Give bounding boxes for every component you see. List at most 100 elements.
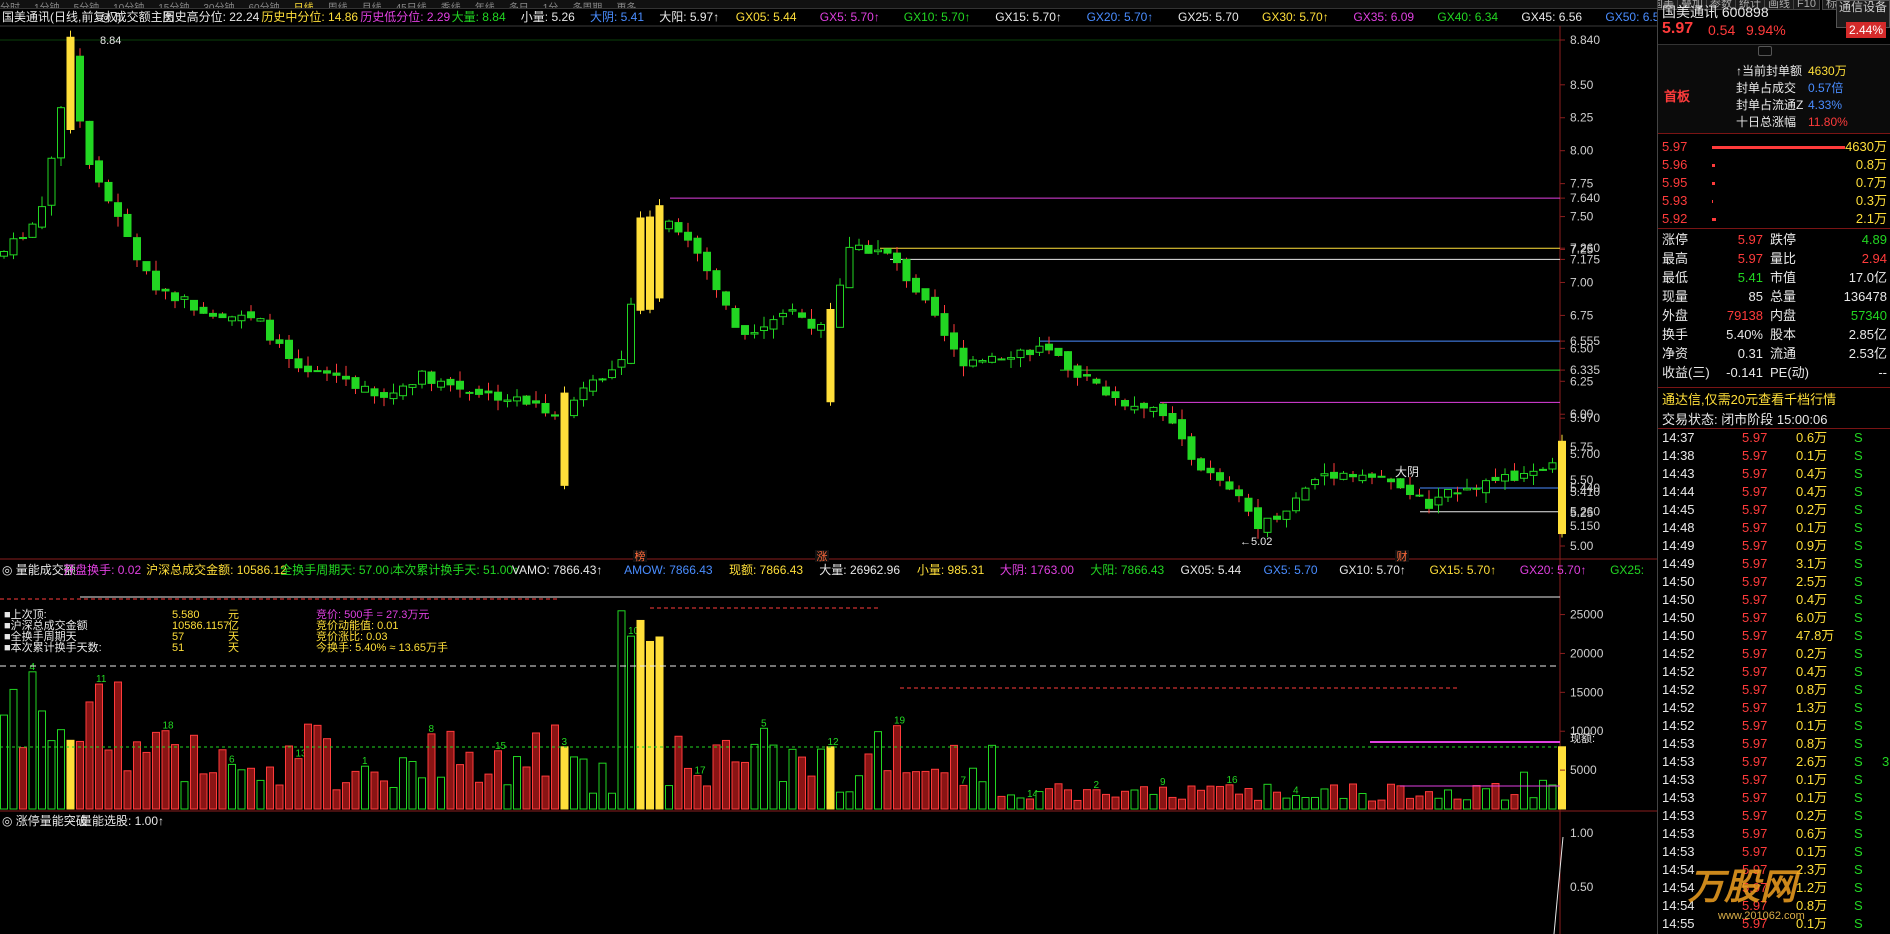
volume-header-item: GX15: 5.70↑	[1430, 563, 1497, 577]
quote-label: 换手	[1662, 327, 1689, 342]
volume-bar	[921, 770, 930, 810]
volume-count-label: 6	[229, 754, 235, 765]
candle-body	[1539, 468, 1547, 471]
volume-bar	[494, 750, 502, 810]
candle-body	[142, 261, 151, 272]
volume-bar	[1111, 796, 1120, 810]
tick-row: 14:50 5.97 0.4万 S	[1658, 591, 1890, 609]
seal-label: ↑当前封单额	[1736, 64, 1803, 78]
tick-side: S	[1854, 538, 1863, 553]
order-volume-bar	[1712, 218, 1716, 221]
order-price: 5.97	[1662, 139, 1688, 154]
volume-bar	[1558, 746, 1566, 810]
price-header-item: GX25: 5.70	[1178, 10, 1239, 24]
candle-body	[1206, 467, 1215, 474]
price-header-item: 历史低分位: 2.29	[360, 9, 450, 24]
volume-header-item: 大阴: 1763.00	[1000, 563, 1074, 577]
volume-count-label: 9	[1160, 777, 1166, 788]
volume-bar	[1434, 797, 1443, 810]
kline-chart[interactable]: 国美通讯(日线,前复权)◎ 成交额主图历史高分位: 22.24 历史中分位: 14…	[0, 9, 1657, 934]
candle-body	[1121, 399, 1129, 407]
volume-bar	[931, 768, 939, 810]
order-volume-bar	[1712, 164, 1715, 167]
quote-row: 外盘 79138 内盘 57340	[1658, 306, 1890, 325]
tick-side: S	[1854, 718, 1863, 733]
quote-label: 市值	[1770, 270, 1797, 285]
tick-price: 5.97	[1742, 502, 1768, 517]
quote-label: PE(动)	[1770, 365, 1810, 380]
candle-body	[1026, 349, 1034, 356]
tick-side: S	[1854, 502, 1863, 517]
toolbar-tab[interactable]: F10	[1793, 0, 1820, 10]
volume-bar	[1330, 784, 1338, 810]
candle-body	[1444, 488, 1452, 498]
candle-body	[1035, 345, 1044, 353]
volume-bar	[1064, 789, 1072, 810]
tick-time: 14:52	[1662, 700, 1695, 715]
tick-side: S	[1854, 520, 1863, 535]
tick-side: S	[1854, 484, 1863, 499]
bottom-tick-label: 0.50	[1570, 880, 1594, 894]
order-volume: 2.1万	[1855, 211, 1887, 226]
candle-body	[988, 355, 996, 363]
volume-bar	[864, 753, 873, 810]
candle-body	[0, 251, 8, 257]
candle-body	[845, 246, 854, 289]
candle-body	[304, 365, 312, 373]
volume-bar	[209, 772, 217, 810]
info-value: 51	[172, 642, 184, 654]
order-book-row: 5.92 2.1万	[1658, 210, 1890, 228]
tick-row: 14:53 5.97 2.6万 S 3	[1658, 753, 1890, 771]
candle-body	[1216, 472, 1224, 481]
volume-count-label: 1	[362, 756, 368, 767]
tick-price: 5.97	[1742, 430, 1768, 445]
volume-bar	[703, 785, 711, 810]
candle-body	[1149, 406, 1158, 412]
candle-body	[636, 217, 645, 311]
tick-time: 14:53	[1662, 754, 1695, 769]
volume-bar	[684, 767, 692, 810]
volume-bar	[1254, 799, 1262, 810]
tick-volume: 0.2万	[1796, 502, 1828, 517]
volume-bar	[399, 757, 407, 810]
candle-body	[1254, 507, 1262, 530]
seal-label: 封单占成交	[1736, 81, 1797, 95]
volume-bar	[1083, 789, 1091, 810]
promo-link[interactable]: 通达信,仅需20元查看千档行情	[1662, 389, 1836, 408]
candle-body	[437, 380, 445, 388]
candle-body	[1453, 492, 1462, 495]
volume-header-item: 本次累计换手天: 51.00↑	[392, 563, 519, 577]
quote-label: 收益(三)	[1662, 365, 1710, 380]
tick-time: 14:45	[1662, 502, 1695, 517]
tick-price: 5.97	[1742, 538, 1768, 553]
volume-bar	[1377, 799, 1386, 810]
tick-side: S	[1854, 610, 1863, 625]
seal-row: 封单占成交 0.57倍	[1658, 80, 1890, 97]
tick-row: 14:53 5.97 0.2万 S	[1658, 807, 1890, 825]
candle-body	[950, 332, 958, 350]
volume-bar	[1045, 788, 1053, 810]
quote-label: 量比	[1770, 251, 1797, 266]
candle-body	[503, 399, 512, 402]
volume-header-item: 现额: 7866.43	[729, 563, 803, 577]
candle-body	[1225, 481, 1234, 490]
seal-value: 0.57倍	[1808, 81, 1844, 95]
candle-body	[1130, 405, 1139, 411]
candle-body	[19, 237, 27, 240]
collapse-icon[interactable]	[1758, 46, 1772, 56]
volume-header-item: 小量: 985.31	[917, 563, 985, 577]
candle-body	[522, 395, 531, 405]
volume-bar	[560, 746, 569, 810]
xianxe-label: 现额:	[1570, 732, 1595, 745]
volume-bar	[1187, 785, 1196, 810]
candle-body	[1073, 365, 1082, 378]
candle-body	[484, 390, 493, 394]
info-label: ■上次顶:	[4, 607, 47, 621]
volume-bar	[1529, 797, 1538, 810]
tick-time: 14:50	[1662, 628, 1695, 643]
volume-bar	[446, 730, 455, 810]
price-tick-label: 5.700	[1570, 447, 1600, 461]
volume-bar	[1102, 793, 1110, 810]
volume-bar	[712, 744, 721, 810]
candle-body	[85, 120, 94, 165]
